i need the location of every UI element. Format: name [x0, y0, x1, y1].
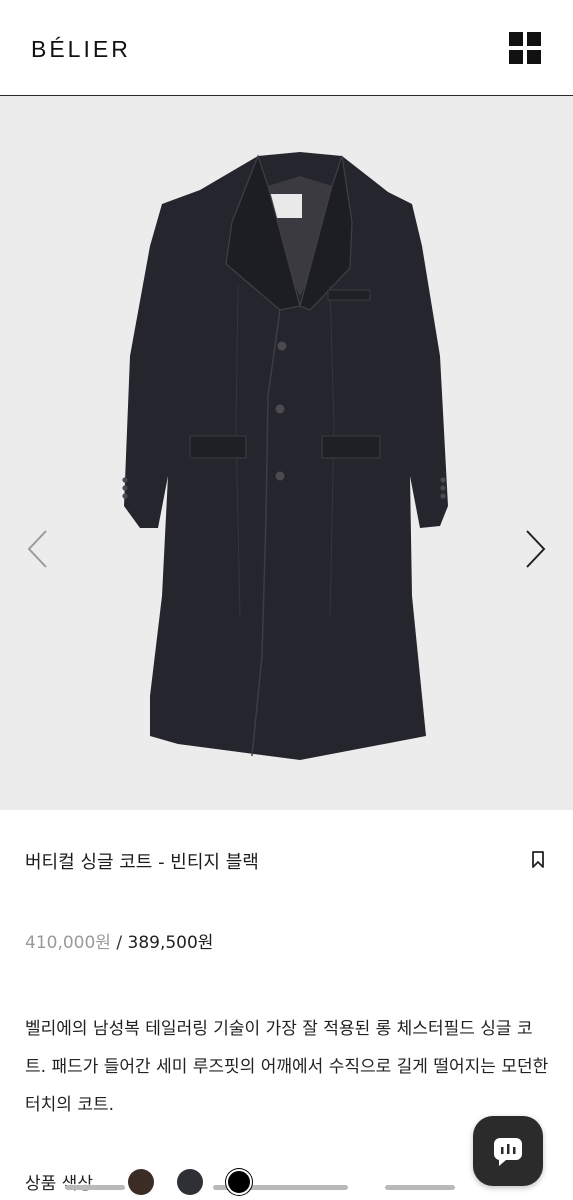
color-swatch-black[interactable]	[226, 1169, 252, 1195]
product-image	[122, 152, 448, 760]
color-swatch-charcoal[interactable]	[177, 1169, 203, 1195]
header: BÉLIER	[0, 0, 573, 96]
grid-menu-icon[interactable]	[509, 32, 541, 64]
product-description: 벨리에의 남성복 테일러링 기술이 가장 잘 적용된 롱 체스터필드 싱글 코트…	[25, 1019, 549, 1115]
brand-logo[interactable]: BÉLIER	[31, 36, 131, 63]
scrollbar[interactable]	[385, 1185, 455, 1190]
color-swatch-brown[interactable]	[128, 1169, 154, 1195]
color-label: 상품 색상	[25, 1174, 93, 1194]
product-image-gallery[interactable]	[0, 96, 573, 810]
sale-price: 389,500원	[127, 933, 214, 953]
product-title: 버티컬 싱글 코트 - 빈티지 블랙	[25, 852, 259, 873]
chat-button[interactable]	[473, 1116, 543, 1186]
chat-bubble-icon	[494, 1138, 522, 1166]
price-row: 410,000원 / 389,500원	[25, 928, 213, 953]
original-price: 410,000원	[25, 933, 111, 953]
chevron-right-icon[interactable]	[523, 529, 547, 569]
bookmark-icon[interactable]	[531, 851, 545, 869]
price-separator: /	[116, 933, 123, 953]
scrollbar[interactable]	[65, 1185, 125, 1190]
chevron-left-icon[interactable]	[26, 529, 50, 569]
